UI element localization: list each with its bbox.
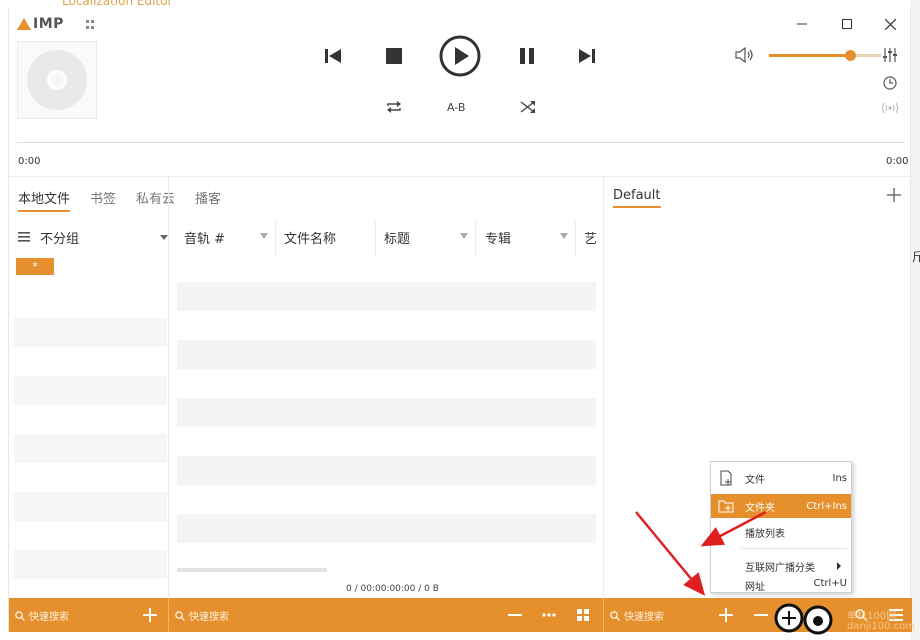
annotation-arrow xyxy=(700,510,767,547)
watermark-logo xyxy=(774,603,833,635)
annotation-overlay xyxy=(635,510,833,635)
annotation-arrow xyxy=(635,511,706,596)
